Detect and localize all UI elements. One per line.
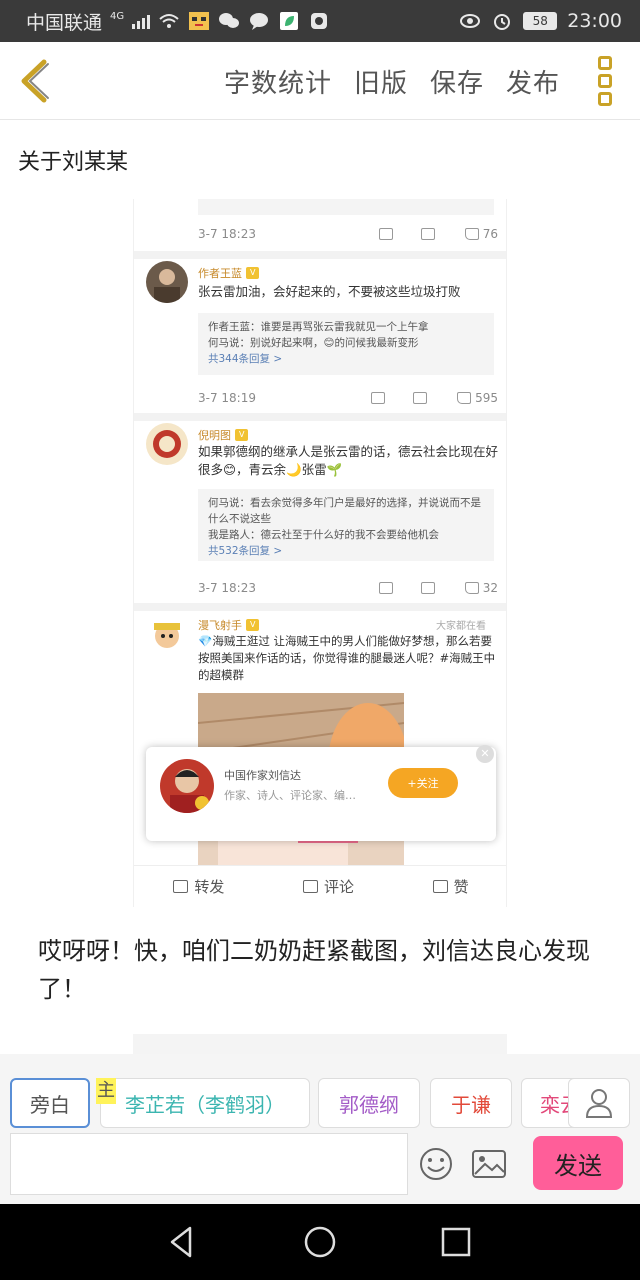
image-picker-icon[interactable] <box>470 1146 508 1182</box>
old-version-button[interactable]: 旧版 <box>354 63 408 100</box>
post-meta-row: 3-7 18:23 76 <box>198 223 498 245</box>
reply-box: 何马说：看去余觉得多年门户是最好的选择，并说说而不是什么不说这些 我是路人：德云… <box>198 489 494 561</box>
comment-text: 如果郭德纲的继承人是张云雷的话，德云社会比现在好很多😊，青云余🌙张雷🌱 <box>198 444 499 477</box>
nav-home-icon[interactable] <box>302 1224 338 1260</box>
repost-icon <box>378 228 393 240</box>
main-character-badge: 主 <box>96 1078 116 1104</box>
trending-tag: 大家都在看 <box>436 621 486 632</box>
commenter-name: 漫飞射手 V <box>198 617 260 633</box>
like-icon <box>457 392 472 404</box>
comment-icon <box>420 228 435 240</box>
role-guo-degang[interactable]: 郭德纲 <box>318 1078 420 1128</box>
commenter-name: 倪明图 V <box>198 427 249 443</box>
wifi-icon <box>159 14 179 28</box>
post-action-bar: 转发 评论 赞 <box>134 865 506 907</box>
signal-icon <box>132 13 151 29</box>
publish-button[interactable]: 发布 <box>506 63 560 100</box>
comment-text: 张云雷加油，会好起来的，不要被这些垃圾打败 <box>198 284 461 299</box>
wechat-icon <box>219 13 240 28</box>
leaf-app-icon <box>280 12 299 30</box>
narration-text[interactable]: 哎呀呀！快，咱们二奶奶赶紧截图，刘信达良心发现了！ <box>38 932 618 1008</box>
cut-off-reply <box>198 199 494 215</box>
nav-recents-icon[interactable] <box>438 1224 474 1260</box>
author-name: 中国作家刘信达 <box>224 769 301 782</box>
comment-text: 💎海贼王逛过 让海贼王中的男人们能做好梦想，那么若要按照美国来作话的话，你觉得谁… <box>198 634 496 682</box>
character-selector: 旁白 李芷若（李鹤羽） 主 郭德纲 于谦 栾云 <box>0 1054 640 1130</box>
commenter-name: 作者王蓝 V <box>198 265 260 281</box>
more-menu-icon[interactable] <box>594 56 616 106</box>
save-button[interactable]: 保存 <box>430 63 484 100</box>
reply-box: 作者王蓝：谁要是再骂张云雷我就见一个上午拿 何马说：别说好起来啊，😊的问候我最新… <box>198 313 494 375</box>
like-action: 赞 <box>432 876 469 897</box>
avatar <box>146 423 188 465</box>
add-character-button[interactable] <box>568 1078 630 1128</box>
status-bar: 中国联通 4G 58 23:00 <box>0 0 640 42</box>
comment-icon <box>302 880 318 893</box>
network-type: 4G <box>110 10 125 22</box>
like-count: 76 <box>482 227 498 241</box>
comment-icon <box>420 582 435 594</box>
avatar <box>146 261 188 303</box>
like-icon <box>464 582 479 594</box>
author-description: 作家、诗人、评论家、编… <box>224 789 356 802</box>
follow-suggestion-card: 中国作家刘信达 作家、诗人、评论家、编… +关注 ✕ <box>146 745 496 841</box>
repost-icon <box>378 582 393 594</box>
battery-icon: 58 <box>523 12 558 30</box>
author-avatar <box>160 759 214 813</box>
message-input-row: 发送 <box>0 1130 640 1204</box>
repost-icon <box>371 392 386 404</box>
next-image-preview <box>133 1034 507 1054</box>
send-button[interactable]: 发送 <box>533 1136 623 1190</box>
like-icon <box>464 228 479 240</box>
emoji-icon[interactable] <box>418 1146 454 1182</box>
like-icon <box>432 880 448 893</box>
repost-icon <box>173 880 189 893</box>
document-title[interactable]: 关于刘某某 <box>0 121 640 199</box>
role-yu-qian[interactable]: 于谦 <box>430 1078 512 1128</box>
nav-back-icon[interactable] <box>164 1224 200 1260</box>
post-date: 3-7 18:23 <box>198 227 256 241</box>
chat-bubble-icon <box>250 13 269 30</box>
avatar <box>146 613 188 655</box>
follow-button: +关注 <box>388 768 458 798</box>
photo-app-icon <box>311 13 328 29</box>
app-notification-icon <box>189 12 210 30</box>
back-icon[interactable] <box>14 56 54 106</box>
repost-action: 转发 <box>173 876 224 897</box>
system-nav-bar <box>0 1204 640 1280</box>
clock: 23:00 <box>567 10 622 32</box>
word-count-button[interactable]: 字数统计 <box>224 63 332 100</box>
alarm-icon <box>494 14 511 30</box>
comment-meta-row: 3-7 18:19 595 <box>198 391 498 405</box>
person-icon <box>585 1089 613 1118</box>
role-narrator[interactable]: 旁白 <box>10 1078 90 1128</box>
message-input[interactable] <box>10 1133 408 1195</box>
eye-icon <box>460 14 481 28</box>
comment-meta-row: 3-7 18:23 32 <box>198 581 498 595</box>
embedded-screenshot-image[interactable]: 3-7 18:23 76 作者王蓝 V 张云雷加油，会好起来的，不要被这些垃圾打败… <box>133 199 507 907</box>
editor-toolbar: 字数统计 旧版 保存 发布 <box>0 42 640 120</box>
role-main-character[interactable]: 李芷若（李鹤羽） <box>100 1078 310 1128</box>
close-icon: ✕ <box>476 745 494 763</box>
carrier-label: 中国联通 <box>26 11 103 34</box>
comment-action: 评论 <box>302 876 354 897</box>
comment-icon <box>413 392 428 404</box>
